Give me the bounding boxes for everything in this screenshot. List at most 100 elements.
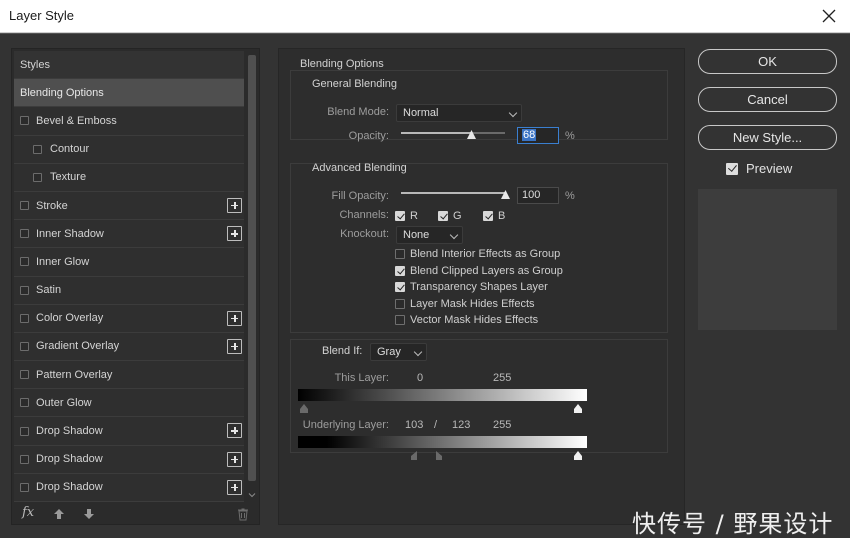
channel-r-checkbox[interactable]: R: [395, 210, 418, 222]
watermark-text: 快传号 / 野果设计: [632, 510, 834, 538]
style-checkbox[interactable]: [20, 426, 29, 436]
style-item-bevel-emboss[interactable]: Bevel & Emboss: [14, 107, 244, 136]
style-item-color-overlay[interactable]: Color Overlay: [14, 304, 244, 333]
layer-style-dialog: Styles Blending Options Bevel & Emboss Cont…: [0, 34, 850, 538]
blending-options-panel: Blending Options General Blending Blend …: [278, 48, 685, 525]
add-effect-plus-icon[interactable]: [227, 479, 242, 495]
add-effect-plus-icon[interactable]: [227, 451, 242, 467]
scroll-down-icon[interactable]: [248, 491, 256, 499]
style-item-inner-shadow[interactable]: Inner Shadow: [14, 220, 244, 249]
knockout-select[interactable]: None: [396, 226, 463, 244]
this-layer-low-value: 0: [417, 372, 424, 384]
scrollbar-thumb[interactable]: [248, 55, 256, 481]
move-down-icon[interactable]: [82, 507, 96, 521]
fill-opacity-input[interactable]: 100: [517, 187, 559, 204]
style-item-inner-glow[interactable]: Inner Glow: [14, 248, 244, 277]
style-item-styles[interactable]: Styles: [14, 51, 244, 80]
preview-label: Preview: [746, 161, 793, 176]
style-item-blending-options[interactable]: Blending Options: [14, 79, 244, 108]
blend-mode-select[interactable]: Normal: [396, 104, 522, 122]
style-item-drop-shadow[interactable]: Drop Shadow: [14, 417, 244, 446]
chevron-down-icon: [508, 108, 518, 118]
style-checkbox[interactable]: [20, 313, 29, 323]
close-icon[interactable]: [818, 5, 840, 27]
channel-b-checkbox[interactable]: B: [483, 210, 505, 222]
style-item-satin[interactable]: Satin: [14, 276, 244, 305]
add-effect-plus-icon[interactable]: [227, 226, 242, 242]
this-layer-high-value: 255: [493, 372, 512, 384]
option-transparency-shapes-layer-checkbox[interactable]: Transparency Shapes Layer: [395, 281, 548, 293]
underlying-white-slider[interactable]: [574, 451, 582, 460]
style-item-contour[interactable]: Contour: [14, 135, 244, 164]
knockout-value: None: [403, 229, 430, 241]
option-blend-clipped-layers-as-group-checkbox[interactable]: Blend Clipped Layers as Group: [395, 265, 563, 277]
knockout-label: Knockout:: [340, 228, 389, 240]
style-checkbox[interactable]: [20, 341, 29, 351]
trash-icon[interactable]: [236, 507, 250, 521]
opacity-input[interactable]: 68: [517, 127, 559, 144]
styles-footer: fx: [12, 505, 259, 525]
style-item-drop-shadow[interactable]: Drop Shadow: [14, 445, 244, 474]
style-checkbox[interactable]: [33, 172, 42, 182]
style-item-label: Outer Glow: [36, 396, 92, 409]
fill-opacity-input-value: 100: [522, 189, 541, 201]
style-item-label: Drop Shadow: [36, 481, 103, 494]
style-checkbox[interactable]: [20, 257, 29, 267]
fill-opacity-slider-thumb[interactable]: [500, 190, 510, 199]
style-item-texture[interactable]: Texture: [14, 163, 244, 192]
style-item-pattern-overlay[interactable]: Pattern Overlay: [14, 361, 244, 390]
preview-checkbox[interactable]: Preview: [726, 161, 792, 176]
add-effect-plus-icon[interactable]: [227, 338, 242, 354]
option-vector-mask-hides-effects-checkbox[interactable]: Vector Mask Hides Effects: [395, 314, 538, 326]
fill-opacity-percent-sign: %: [565, 190, 575, 202]
style-checkbox[interactable]: [20, 454, 29, 464]
option-layer-mask-hides-effects-checkbox[interactable]: Layer Mask Hides Effects: [395, 298, 535, 310]
option-blend-interior-effects-as-group-checkbox[interactable]: Blend Interior Effects as Group: [395, 248, 560, 260]
general-blending-title: General Blending: [312, 78, 398, 90]
style-checkbox[interactable]: [20, 116, 29, 126]
cancel-button[interactable]: Cancel: [698, 87, 837, 112]
opacity-slider-thumb[interactable]: [467, 130, 477, 139]
ok-button[interactable]: OK: [698, 49, 837, 74]
underlying-separator: /: [434, 419, 438, 431]
this-layer-black-slider[interactable]: [300, 404, 308, 413]
fill-opacity-slider[interactable]: [401, 190, 510, 199]
blend-if-select[interactable]: Gray: [370, 343, 427, 361]
blend-mode-value: Normal: [403, 107, 439, 119]
opacity-slider-fill: [401, 132, 472, 134]
chevron-down-icon: [413, 347, 423, 357]
opacity-slider[interactable]: [401, 130, 505, 139]
style-checkbox[interactable]: [20, 229, 29, 239]
channel-g-checkbox[interactable]: G: [438, 210, 462, 222]
style-item-drop-shadow[interactable]: Drop Shadow: [14, 473, 244, 502]
style-item-label: Drop Shadow: [36, 453, 103, 466]
style-checkbox[interactable]: [20, 370, 29, 380]
title-bar: Layer Style: [0, 0, 850, 33]
style-item-label: Satin: [36, 284, 62, 297]
style-checkbox[interactable]: [33, 144, 42, 154]
channels-label: Channels:: [339, 209, 389, 221]
style-item-label: Texture: [50, 171, 87, 184]
add-effect-plus-icon[interactable]: [227, 423, 242, 439]
styles-panel: Styles Blending Options Bevel & Emboss Cont…: [11, 48, 260, 525]
fx-icon[interactable]: fx: [22, 505, 34, 520]
new-style-button[interactable]: New Style...: [698, 125, 837, 150]
underlying-layer-label: Underlying Layer:: [302, 419, 389, 431]
style-checkbox[interactable]: [20, 201, 29, 211]
this-layer-white-slider[interactable]: [574, 404, 582, 413]
move-up-icon[interactable]: [52, 507, 66, 521]
underlying-black-slider-left[interactable]: [409, 451, 417, 460]
add-effect-plus-icon[interactable]: [227, 310, 242, 326]
underlying-black-slider-right[interactable]: [436, 451, 444, 460]
opacity-label: Opacity:: [348, 130, 389, 142]
styles-scrollbar[interactable]: [246, 51, 258, 507]
style-item-gradient-overlay[interactable]: Gradient Overlay: [14, 332, 244, 362]
underlying-high-value: 255: [493, 419, 512, 431]
style-checkbox[interactable]: [20, 398, 29, 408]
chevron-down-icon: [449, 230, 459, 240]
style-checkbox[interactable]: [20, 285, 29, 295]
add-effect-plus-icon[interactable]: [227, 197, 242, 213]
style-item-outer-glow[interactable]: Outer Glow: [14, 389, 244, 418]
style-checkbox[interactable]: [20, 482, 29, 492]
style-item-stroke[interactable]: Stroke: [14, 191, 244, 221]
